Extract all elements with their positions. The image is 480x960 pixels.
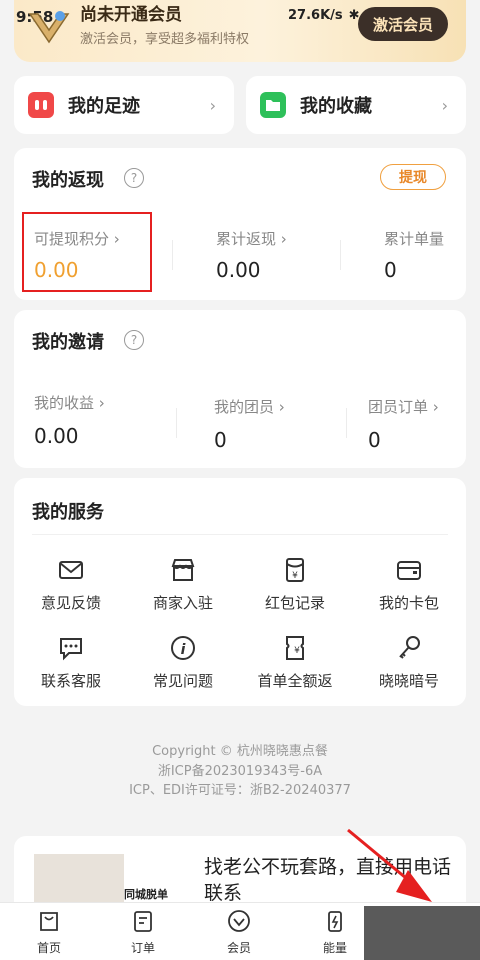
total-cashback-label[interactable]: 累计返现 › <box>216 228 287 249</box>
list-icon <box>134 911 152 932</box>
service-merchant-join[interactable]: 商家入驻 <box>128 556 238 626</box>
edi-text: ICP、EDI许可证号：浙B2-20240377 <box>129 783 351 798</box>
member-orders-value: 0 <box>368 428 381 452</box>
footprint-card[interactable]: 我的足迹 › <box>14 76 234 134</box>
service-faq[interactable]: i 常见问题 <box>128 634 238 704</box>
service-label: 联系客服 <box>40 672 101 690</box>
my-members-label[interactable]: 我的团员 › <box>214 396 285 417</box>
svg-text:¥: ¥ <box>294 646 300 656</box>
service-red-packet[interactable]: ¥ 红包记录 <box>240 556 350 626</box>
tab-label: 会员 <box>226 941 251 955</box>
service-secret-code[interactable]: 晓晓暗号 <box>354 634 464 704</box>
footprint-label: 我的足迹 <box>68 96 140 117</box>
wallet-icon <box>397 561 421 580</box>
network-speed: 27.6K/s <box>288 8 343 23</box>
divider <box>176 408 177 438</box>
my-earnings-value: 0.00 <box>34 424 79 448</box>
activate-vip-button[interactable]: 激活会员 <box>358 7 448 41</box>
service-label: 我的卡包 <box>378 594 439 612</box>
chat-icon <box>60 638 82 661</box>
divider <box>346 408 347 438</box>
service-label: 意见反馈 <box>40 594 101 612</box>
total-orders-label: 累计单量 <box>384 230 445 248</box>
vip-crown-icon <box>28 11 70 44</box>
copyright-text: Copyright © 杭州晓晓惠点餐 <box>152 744 328 759</box>
tab-membership[interactable]: 会员 <box>204 909 274 956</box>
vip-subtitle: 激活会员，享受超多福利特权 <box>80 32 250 47</box>
help-icon[interactable]: ? <box>124 168 144 188</box>
chevron-right-icon: › <box>209 96 216 115</box>
service-label: 红包记录 <box>264 594 325 612</box>
service-label: 商家入驻 <box>152 594 213 612</box>
energy-icon <box>328 911 342 932</box>
divider <box>340 240 341 270</box>
invite-title: 我的邀请 <box>32 332 104 353</box>
store-icon <box>171 559 195 581</box>
divider <box>172 240 173 270</box>
vip-title: 尚未开通会员 <box>80 5 182 25</box>
withdraw-button[interactable]: 提现 <box>380 164 446 190</box>
total-orders-value: 0 <box>384 258 397 282</box>
service-first-order-refund[interactable]: ¥ 首单全额返 <box>240 634 350 704</box>
tab-orders[interactable]: 订单 <box>108 909 178 956</box>
help-icon[interactable]: ? <box>124 330 144 350</box>
my-members-value: 0 <box>214 428 227 452</box>
diamond-icon <box>228 910 250 932</box>
svg-text:¥: ¥ <box>292 571 298 581</box>
favorites-label: 我的收藏 <box>300 96 372 117</box>
bag-icon <box>40 912 58 931</box>
service-feedback[interactable]: 意见反馈 <box>16 556 126 626</box>
member-orders-label[interactable]: 团员订单 › <box>368 396 439 417</box>
red-packet-icon: ¥ <box>286 558 304 582</box>
invite-card: 我的邀请 ? <box>14 310 466 468</box>
icp-text: 浙ICP备2023019343号-6A <box>157 764 323 779</box>
service-card-wallet[interactable]: 我的卡包 <box>354 556 464 626</box>
chevron-right-icon: › <box>441 96 448 115</box>
service-customer-support[interactable]: 联系客服 <box>16 634 126 704</box>
folder-icon <box>260 92 286 118</box>
favorites-card[interactable]: 我的收藏 › <box>246 76 466 134</box>
tab-energy[interactable]: 能量 <box>300 909 370 956</box>
services-title: 我的服务 <box>32 502 104 523</box>
coupon-icon: ¥ <box>286 636 304 660</box>
highlight-annotation <box>22 212 152 292</box>
key-icon <box>399 636 420 659</box>
my-earnings-label[interactable]: 我的收益 › <box>34 392 105 413</box>
divider <box>32 534 448 535</box>
tab-home[interactable]: 首页 <box>14 909 84 956</box>
total-cashback-value: 0.00 <box>216 258 261 282</box>
ad-badge: 同城脱单 <box>124 888 168 901</box>
svg-text:i: i <box>181 642 186 658</box>
service-label: 首单全额返 <box>257 672 333 690</box>
info-icon: i <box>171 636 195 660</box>
tab-label: 能量 <box>322 941 347 955</box>
service-label: 常见问题 <box>152 672 213 690</box>
mail-icon <box>59 561 83 579</box>
tab-label: 订单 <box>130 941 155 955</box>
tab-label: 首页 <box>36 941 61 955</box>
arrow-annotation-icon <box>347 828 432 902</box>
overlay-thumbnail <box>364 906 480 960</box>
cashback-title: 我的返现 <box>32 170 104 191</box>
footprint-icon <box>28 92 54 118</box>
service-label: 晓晓暗号 <box>378 672 439 690</box>
